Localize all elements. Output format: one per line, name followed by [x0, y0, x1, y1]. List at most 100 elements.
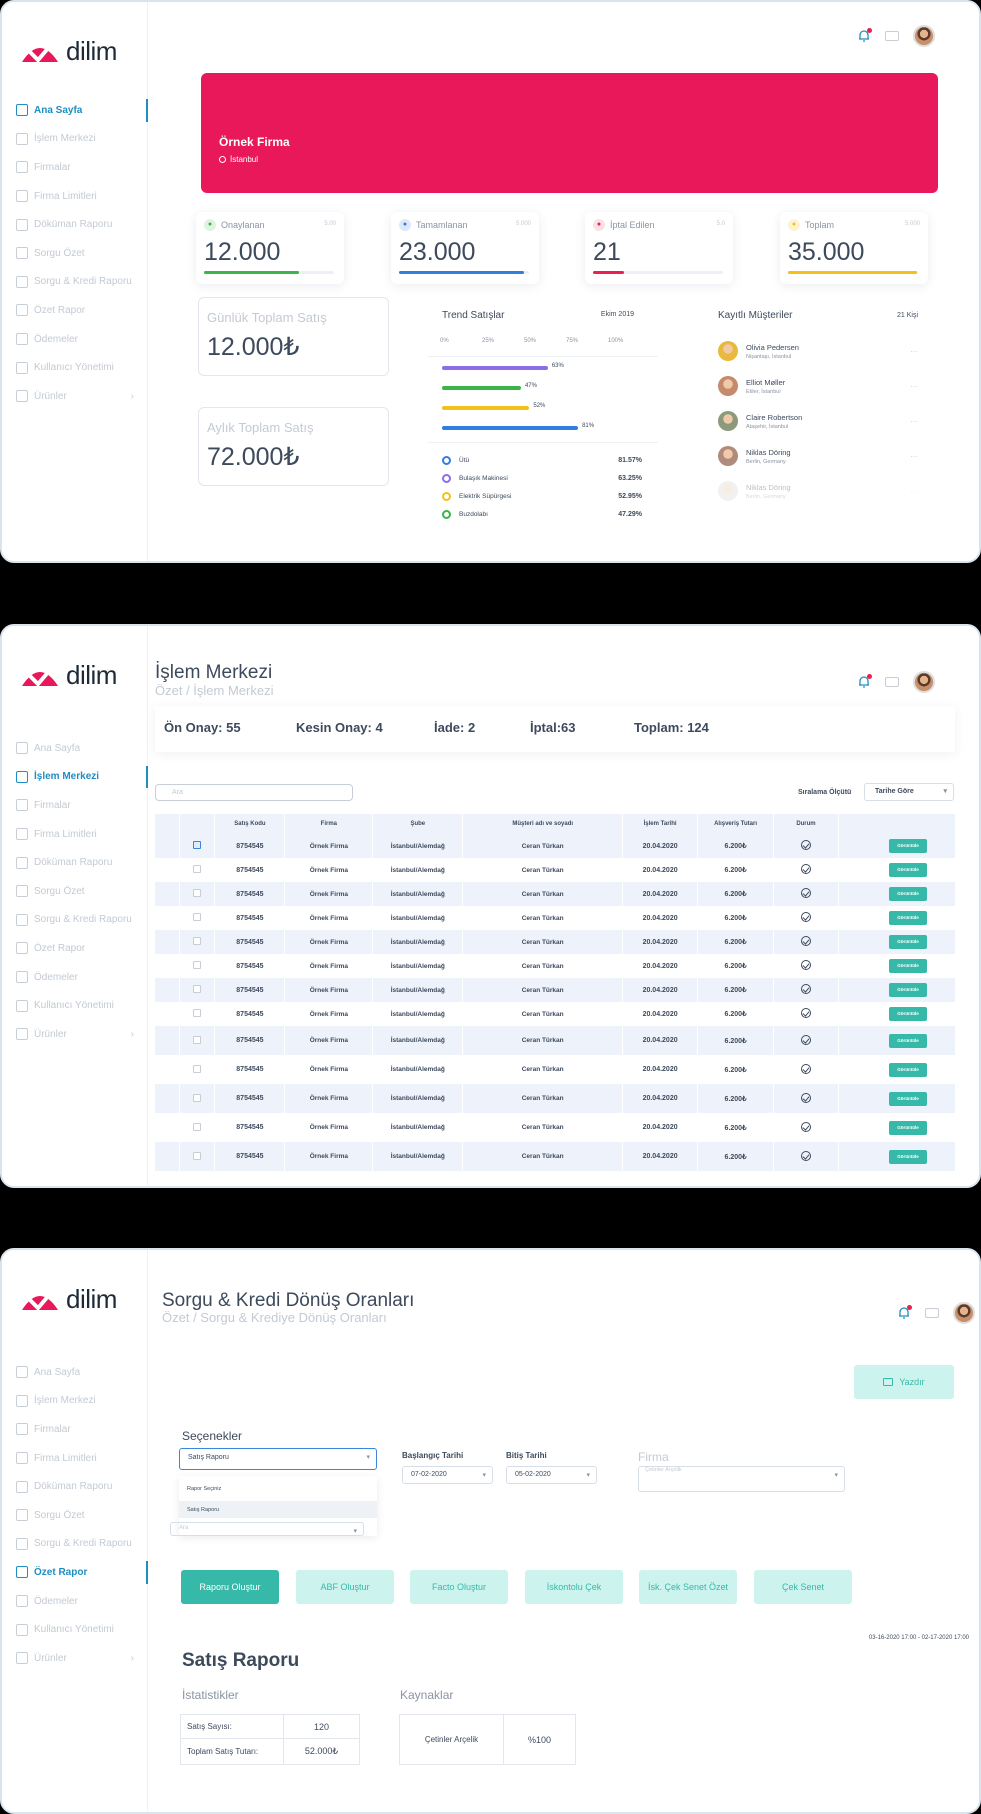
sidebar-item[interactable]: Kullanıcı Yönetimi	[2, 353, 148, 382]
sidebar-item[interactable]: Ödemeler	[2, 325, 148, 354]
sidebar-item[interactable]: Sorgu & Kredi Raporu	[2, 1530, 148, 1559]
bell-icon[interactable]	[857, 28, 872, 43]
action-button[interactable]: İsk. Çek Senet Özet	[639, 1570, 737, 1604]
report-select[interactable]: Satış Raporu	[179, 1448, 377, 1470]
row-checkbox[interactable]	[193, 1151, 202, 1160]
row-checkbox[interactable]	[193, 1064, 202, 1073]
sidebar-item[interactable]: Kullanıcı Yönetimi	[2, 1615, 148, 1644]
sidebar-item[interactable]: Ana Sayfa	[2, 96, 148, 125]
row-checkbox[interactable]	[193, 889, 202, 897]
row-checkbox[interactable]	[193, 961, 202, 969]
sidebar-item[interactable]: İşlem Merkezi	[2, 763, 148, 792]
table-row[interactable]: 8754545 Örnek Firma İstanbul/Alemdağ Ceran …	[155, 1055, 957, 1084]
dropdown-option[interactable]: Rapor Seçiniz	[179, 1480, 377, 1497]
view-button[interactable]: Görüntüle	[889, 1007, 927, 1021]
end-date-select[interactable]: 05-02-2020	[506, 1466, 597, 1484]
sidebar-item[interactable]: Firma Limitleri	[2, 820, 148, 849]
mail-icon[interactable]	[885, 31, 899, 41]
customer-row[interactable]: Niklas Döring Berlin, Germany ···	[718, 480, 918, 502]
row-checkbox[interactable]	[193, 913, 202, 921]
view-button[interactable]: Görüntüle	[889, 1149, 927, 1164]
view-button[interactable]: Görüntüle	[889, 1033, 927, 1048]
sidebar-item[interactable]: Sorgu & Kredi Raporu	[2, 906, 148, 935]
sidebar-item[interactable]: Döküman Raporu	[2, 1472, 148, 1501]
firma-select[interactable]: Çetinler Arçelik	[638, 1466, 845, 1492]
view-button[interactable]: Görüntüle	[889, 959, 927, 973]
row-checkbox[interactable]	[193, 1093, 202, 1102]
sidebar-item[interactable]: Ürünler ›	[2, 1020, 148, 1049]
sidebar-item[interactable]: Özet Rapor	[2, 296, 148, 325]
table-row[interactable]: 8754545 Örnek Firma İstanbul/Alemdağ Ceran …	[155, 1026, 957, 1055]
row-checkbox[interactable]	[193, 865, 202, 873]
sidebar-item[interactable]: Kullanıcı Yönetimi	[2, 991, 148, 1020]
sidebar-item[interactable]: Firma Limitleri	[2, 1444, 148, 1473]
logo[interactable]: dilim	[20, 660, 117, 691]
sidebar-item[interactable]: Firmalar	[2, 153, 148, 182]
avatar[interactable]	[953, 1302, 975, 1324]
view-button[interactable]: Görüntüle	[889, 983, 927, 997]
table-row[interactable]: 8754545 Örnek Firma İstanbul/Alemdağ Ceran …	[155, 930, 957, 954]
action-button[interactable]: Facto Oluştur	[410, 1570, 508, 1604]
sidebar-item[interactable]: Döküman Raporu	[2, 210, 148, 239]
table-row[interactable]: 8754545 Örnek Firma İstanbul/Alemdağ Ceran …	[155, 1113, 957, 1142]
dropdown-search-input[interactable]: Ara	[170, 1522, 364, 1536]
search-input[interactable]: Ara	[155, 784, 353, 801]
sidebar-item[interactable]: Firmalar	[2, 1415, 148, 1444]
table-row[interactable]: 8754545 Örnek Firma İstanbul/Alemdağ Ceran …	[155, 1084, 957, 1113]
sidebar-item[interactable]: İşlem Merkezi	[2, 125, 148, 154]
avatar[interactable]	[913, 25, 935, 47]
more-icon[interactable]: ···	[910, 382, 918, 391]
row-checkbox[interactable]	[193, 841, 202, 849]
sidebar-item[interactable]: Ana Sayfa	[2, 1358, 148, 1387]
customer-row[interactable]: Claire Robertson Ataşehir, İstanbul ···	[718, 410, 918, 432]
logo[interactable]: dilim	[20, 36, 117, 67]
view-button[interactable]: Görüntüle	[889, 911, 927, 925]
sidebar-item[interactable]: Sorgu Özet	[2, 877, 148, 906]
more-icon[interactable]: ···	[910, 347, 918, 356]
sidebar-item[interactable]: Özet Rapor	[2, 934, 148, 963]
logo[interactable]: dilim	[20, 1284, 117, 1315]
table-row[interactable]: 8754545 Örnek Firma İstanbul/Alemdağ Ceran …	[155, 1142, 957, 1171]
customer-row[interactable]: Olivia Pedersen Nişantaşı, İstanbul ···	[718, 340, 918, 362]
view-button[interactable]: Görüntüle	[889, 1120, 927, 1135]
mail-icon[interactable]	[925, 1308, 939, 1318]
view-button[interactable]: Görüntüle	[889, 863, 927, 877]
row-checkbox[interactable]	[193, 1035, 202, 1044]
table-row[interactable]: 8754545 Örnek Firma İstanbul/Alemdağ Ceran …	[155, 954, 957, 978]
more-icon[interactable]: ···	[910, 452, 918, 461]
sidebar-item[interactable]: Ödemeler	[2, 963, 148, 992]
sidebar-item[interactable]: Ürünler ›	[2, 382, 148, 411]
table-row[interactable]: 8754545 Örnek Firma İstanbul/Alemdağ Ceran …	[155, 882, 957, 906]
table-row[interactable]: 8754545 Örnek Firma İstanbul/Alemdağ Ceran …	[155, 906, 957, 930]
sidebar-item[interactable]: Sorgu Özet	[2, 1501, 148, 1530]
view-button[interactable]: Görüntüle	[889, 839, 927, 853]
sidebar-item[interactable]: Firmalar	[2, 791, 148, 820]
customer-row[interactable]: Niklas Döring Berlin, Germany ···	[718, 445, 918, 467]
table-row[interactable]: 8754545 Örnek Firma İstanbul/Alemdağ Ceran …	[155, 978, 957, 1002]
row-checkbox[interactable]	[193, 985, 202, 993]
row-checkbox[interactable]	[193, 1122, 202, 1131]
action-button[interactable]: İskontolu Çek	[525, 1570, 623, 1604]
table-row[interactable]: 8754545 Örnek Firma İstanbul/Alemdağ Ceran …	[155, 1002, 957, 1026]
more-icon[interactable]: ···	[910, 487, 918, 496]
start-date-select[interactable]: 07-02-2020	[402, 1466, 493, 1484]
view-button[interactable]: Görüntüle	[889, 1062, 927, 1077]
sidebar-item[interactable]: Sorgu & Kredi Raporu	[2, 268, 148, 297]
sidebar-item[interactable]: Döküman Raporu	[2, 848, 148, 877]
sidebar-item[interactable]: Sorgu Özet	[2, 239, 148, 268]
sort-select[interactable]: Tarihe Göre	[864, 783, 954, 801]
action-button[interactable]: Çek Senet	[754, 1570, 852, 1604]
table-row[interactable]: 8754545 Örnek Firma İstanbul/Alemdağ Ceran …	[155, 834, 957, 858]
table-row[interactable]: 8754545 Örnek Firma İstanbul/Alemdağ Ceran …	[155, 858, 957, 882]
avatar[interactable]	[913, 671, 935, 693]
sidebar-item[interactable]: Ürünler ›	[2, 1644, 148, 1673]
view-button[interactable]: Görüntüle	[889, 1091, 927, 1106]
customer-row[interactable]: Elliot Møller Etiler, İstanbul ···	[718, 375, 918, 397]
dropdown-option[interactable]: Satış Raporu	[179, 1501, 377, 1518]
sidebar-item[interactable]: Ödemeler	[2, 1587, 148, 1616]
sidebar-item[interactable]: Firma Limitleri	[2, 182, 148, 211]
action-button[interactable]: ABF Oluştur	[296, 1570, 394, 1604]
row-checkbox[interactable]	[193, 1009, 202, 1017]
sidebar-item[interactable]: İşlem Merkezi	[2, 1387, 148, 1416]
bell-icon[interactable]	[857, 674, 872, 689]
